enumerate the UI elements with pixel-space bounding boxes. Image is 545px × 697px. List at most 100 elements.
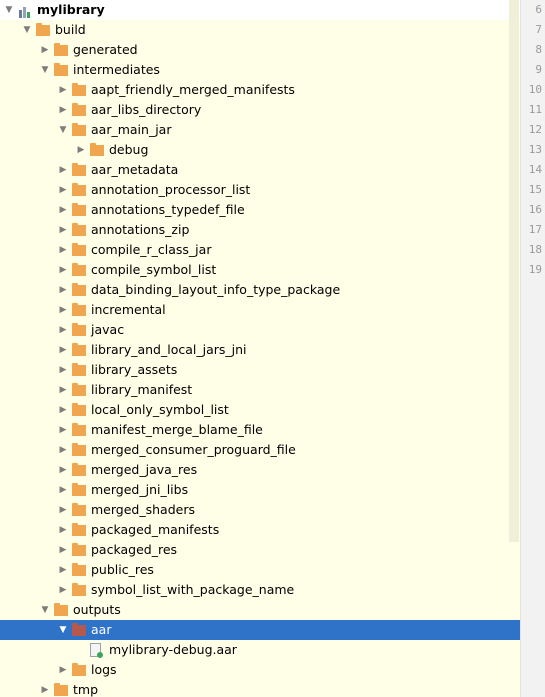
tree-row[interactable]: ▼ aar	[0, 620, 520, 640]
expand-arrow-down-icon[interactable]: ▼	[21, 20, 33, 40]
tree-row-label: library_manifest	[91, 382, 193, 397]
tree-row[interactable]: ▼ aar_main_jar	[0, 120, 520, 140]
tree-row[interactable]: ▶ incremental	[0, 300, 520, 320]
expand-arrow-right-icon[interactable]: ▶	[75, 140, 87, 160]
line-number: 10	[528, 83, 542, 96]
tree-row-label: merged_jni_libs	[91, 482, 189, 497]
expand-arrow-right-icon[interactable]: ▶	[39, 680, 51, 697]
expand-arrow-right-icon[interactable]: ▶	[57, 420, 69, 440]
line-number: 11	[528, 103, 542, 116]
expand-arrow-right-icon[interactable]: ▶	[57, 580, 69, 600]
tree-row[interactable]: ▶ merged_shaders	[0, 500, 520, 520]
tree-row[interactable]: ▶ symbol_list_with_package_name	[0, 580, 520, 600]
tree-row[interactable]: ▶ generated	[0, 40, 520, 60]
expand-arrow-right-icon[interactable]: ▶	[57, 540, 69, 560]
expand-arrow-down-icon[interactable]: ▼	[39, 600, 51, 620]
tree-row[interactable]: mylibrary-debug.aar	[0, 640, 520, 660]
expand-arrow-right-icon[interactable]: ▶	[57, 340, 69, 360]
expand-arrow-right-icon[interactable]: ▶	[57, 500, 69, 520]
tree-row[interactable]: ▶ library_manifest	[0, 380, 520, 400]
expand-arrow-right-icon[interactable]: ▶	[57, 520, 69, 540]
tree-row-label: aar_libs_directory	[91, 102, 202, 117]
expand-arrow-right-icon[interactable]: ▶	[57, 480, 69, 500]
expand-arrow-right-icon[interactable]: ▶	[57, 380, 69, 400]
tree-row[interactable]: ▶ merged_java_res	[0, 460, 520, 480]
tree-row-label: intermediates	[73, 62, 160, 77]
expand-arrow-right-icon[interactable]: ▶	[57, 440, 69, 460]
module-icon	[18, 4, 31, 18]
expand-arrow-right-icon[interactable]: ▶	[57, 260, 69, 280]
expand-arrow-right-icon[interactable]: ▶	[57, 80, 69, 100]
expand-arrow-right-icon[interactable]: ▶	[57, 280, 69, 300]
tree-row-label: merged_shaders	[91, 502, 195, 517]
tree-row[interactable]: ▶ data_binding_layout_info_type_package	[0, 280, 520, 300]
tree-row-label: symbol_list_with_package_name	[91, 582, 295, 597]
expand-arrow-right-icon[interactable]: ▶	[57, 100, 69, 120]
tree-row[interactable]: ▶ compile_symbol_list	[0, 260, 520, 280]
folder-icon	[72, 623, 86, 636]
line-number: 12	[528, 123, 542, 136]
folder-icon	[54, 683, 68, 696]
tree-row[interactable]: ▶ public_res	[0, 560, 520, 580]
tree-row[interactable]: ▶ merged_jni_libs	[0, 480, 520, 500]
folder-icon	[72, 263, 86, 276]
tree-row-label: library_assets	[91, 362, 178, 377]
tree-row[interactable]: ▼ mylibrary	[0, 0, 520, 20]
tree-row[interactable]: ▶ packaged_manifests	[0, 520, 520, 540]
expand-arrow-right-icon[interactable]: ▶	[57, 560, 69, 580]
tree-row[interactable]: ▶ aar_libs_directory	[0, 100, 520, 120]
line-number: 14	[528, 163, 542, 176]
tree-row[interactable]: ▶ annotations_typedef_file	[0, 200, 520, 220]
tree-row[interactable]: ▶ logs	[0, 660, 520, 680]
tree-row[interactable]: ▶ compile_r_class_jar	[0, 240, 520, 260]
tree-row[interactable]: ▶ packaged_res	[0, 540, 520, 560]
folder-icon	[36, 23, 50, 36]
tree-row[interactable]: ▶ debug	[0, 140, 520, 160]
line-number: 15	[528, 183, 542, 196]
folder-icon	[72, 223, 86, 236]
expand-arrow-down-icon[interactable]: ▼	[3, 0, 15, 20]
tree-row[interactable]: ▼ build	[0, 20, 520, 40]
tree-row[interactable]: ▶ aar_metadata	[0, 160, 520, 180]
tree-row-label: generated	[73, 42, 138, 57]
tree-row-label: merged_java_res	[91, 462, 198, 477]
tree-row[interactable]: ▶ library_assets	[0, 360, 520, 380]
expand-arrow-right-icon[interactable]: ▶	[57, 200, 69, 220]
tree-row[interactable]: ▶ manifest_merge_blame_file	[0, 420, 520, 440]
expand-arrow-right-icon[interactable]: ▶	[57, 160, 69, 180]
tree-row[interactable]: ▶ merged_consumer_proguard_file	[0, 440, 520, 460]
tree-row[interactable]: ▶ local_only_symbol_list	[0, 400, 520, 420]
expand-arrow-down-icon[interactable]: ▼	[57, 120, 69, 140]
expand-arrow-down-icon[interactable]: ▼	[57, 620, 69, 640]
tree-row-label: packaged_res	[91, 542, 178, 557]
folder-icon	[90, 143, 104, 156]
tree-row[interactable]: ▶ annotation_processor_list	[0, 180, 520, 200]
expand-arrow-right-icon[interactable]: ▶	[57, 400, 69, 420]
tree-row-label: logs	[91, 662, 117, 677]
tree-row[interactable]: ▶ annotations_zip	[0, 220, 520, 240]
expand-arrow-right-icon[interactable]: ▶	[57, 320, 69, 340]
folder-icon	[54, 63, 68, 76]
tree-row[interactable]: ▶ aapt_friendly_merged_manifests	[0, 80, 520, 100]
expand-arrow-right-icon[interactable]: ▶	[57, 460, 69, 480]
folder-icon	[72, 543, 86, 556]
expand-arrow-right-icon[interactable]: ▶	[57, 240, 69, 260]
expand-arrow-right-icon[interactable]: ▶	[57, 220, 69, 240]
tree-row[interactable]: ▼ intermediates	[0, 60, 520, 80]
project-tree[interactable]: ▼ mylibrary ▼ build ▶ generated ▼ intermediates…	[0, 0, 520, 697]
tree-row-label: data_binding_layout_info_type_package	[91, 282, 341, 297]
folder-icon	[72, 563, 86, 576]
expand-arrow-right-icon[interactable]: ▶	[57, 180, 69, 200]
expand-arrow-down-icon[interactable]: ▼	[39, 60, 51, 80]
tree-row[interactable]: ▶ tmp	[0, 680, 520, 697]
tree-row[interactable]: ▼ outputs	[0, 600, 520, 620]
tree-row[interactable]: ▶ javac	[0, 320, 520, 340]
tree-row[interactable]: ▶ library_and_local_jars_jni	[0, 340, 520, 360]
expand-arrow-right-icon[interactable]: ▶	[39, 40, 51, 60]
expand-arrow-right-icon[interactable]: ▶	[57, 360, 69, 380]
line-number-gutter: 6 7 8 9 10 11 12 13 14 15 16 17 18 19	[520, 0, 545, 697]
tree-row-label: local_only_symbol_list	[91, 402, 229, 417]
expand-arrow-right-icon[interactable]: ▶	[57, 300, 69, 320]
expand-arrow-right-icon[interactable]: ▶	[57, 660, 69, 680]
line-number: 17	[528, 223, 542, 236]
